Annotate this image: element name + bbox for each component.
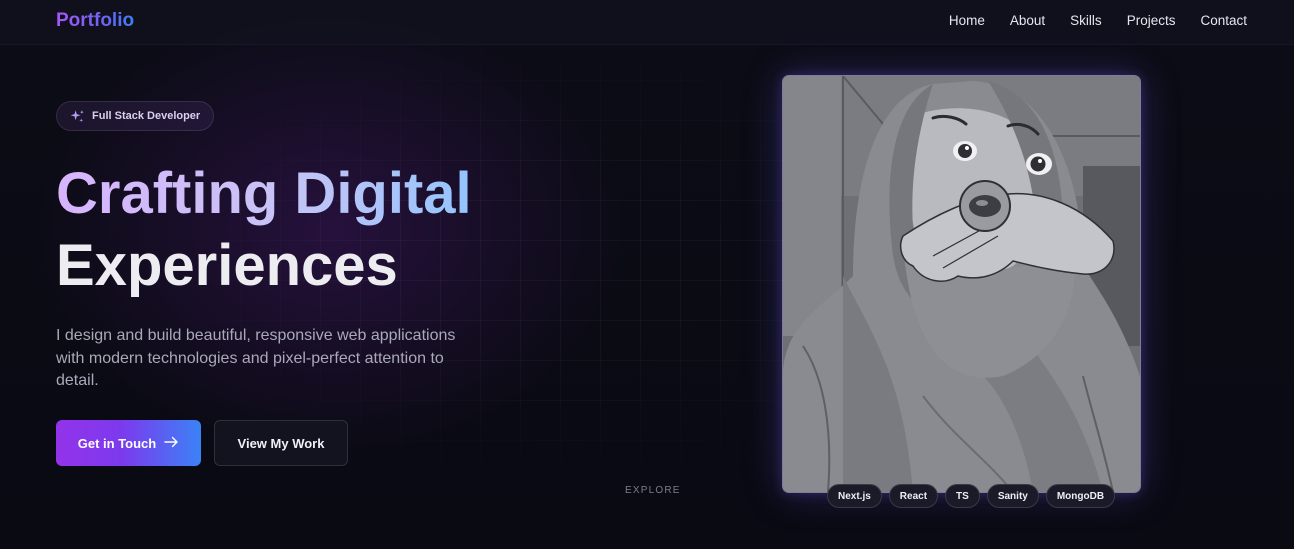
logo-link[interactable]: Portfolio	[56, 10, 134, 32]
role-badge-label: Full Stack Developer	[92, 110, 201, 122]
view-my-work-button[interactable]: View My Work	[214, 420, 348, 466]
nav-link-about[interactable]: About	[1010, 13, 1045, 28]
tech-tag: TS	[945, 484, 980, 508]
top-navbar: Portfolio Home About Skills Projects Con…	[0, 0, 1294, 45]
hero-title: Crafting Digital Experiences	[56, 158, 472, 302]
role-badge: Full Stack Developer	[56, 101, 215, 131]
get-in-touch-label: Get in Touch	[77, 435, 157, 451]
tech-tag: MongoDB	[1045, 484, 1116, 508]
hero-page: Portfolio Home About Skills Projects Con…	[0, 0, 1294, 549]
hero-description: I design and build beautiful, responsive…	[56, 327, 456, 389]
get-in-touch-button[interactable]: Get in Touch	[56, 420, 201, 466]
nav-links: Home About Skills Projects Contact	[949, 13, 1247, 28]
profile-illustration	[783, 76, 1140, 492]
nav-link-skills[interactable]: Skills	[1070, 13, 1102, 28]
sparkles-icon	[70, 109, 85, 124]
tech-stack-tags: Next.js React TS Sanity MongoDB	[827, 484, 1116, 508]
tech-tag: Next.js	[827, 484, 882, 508]
hero-title-line2: Experiences	[56, 233, 398, 298]
tech-tag: React	[888, 484, 939, 508]
nav-link-contact[interactable]: Contact	[1200, 13, 1247, 28]
nav-link-projects[interactable]: Projects	[1127, 13, 1176, 28]
explore-scroll-hint[interactable]: EXPLORE	[625, 485, 681, 496]
hero-title-line1: Crafting Digital	[56, 158, 472, 230]
nav-link-home[interactable]: Home	[949, 13, 985, 28]
tech-tag: Sanity	[986, 484, 1039, 508]
view-my-work-label: View My Work	[237, 435, 325, 451]
profile-image-card	[782, 75, 1141, 493]
arrow-right-icon	[164, 436, 179, 451]
